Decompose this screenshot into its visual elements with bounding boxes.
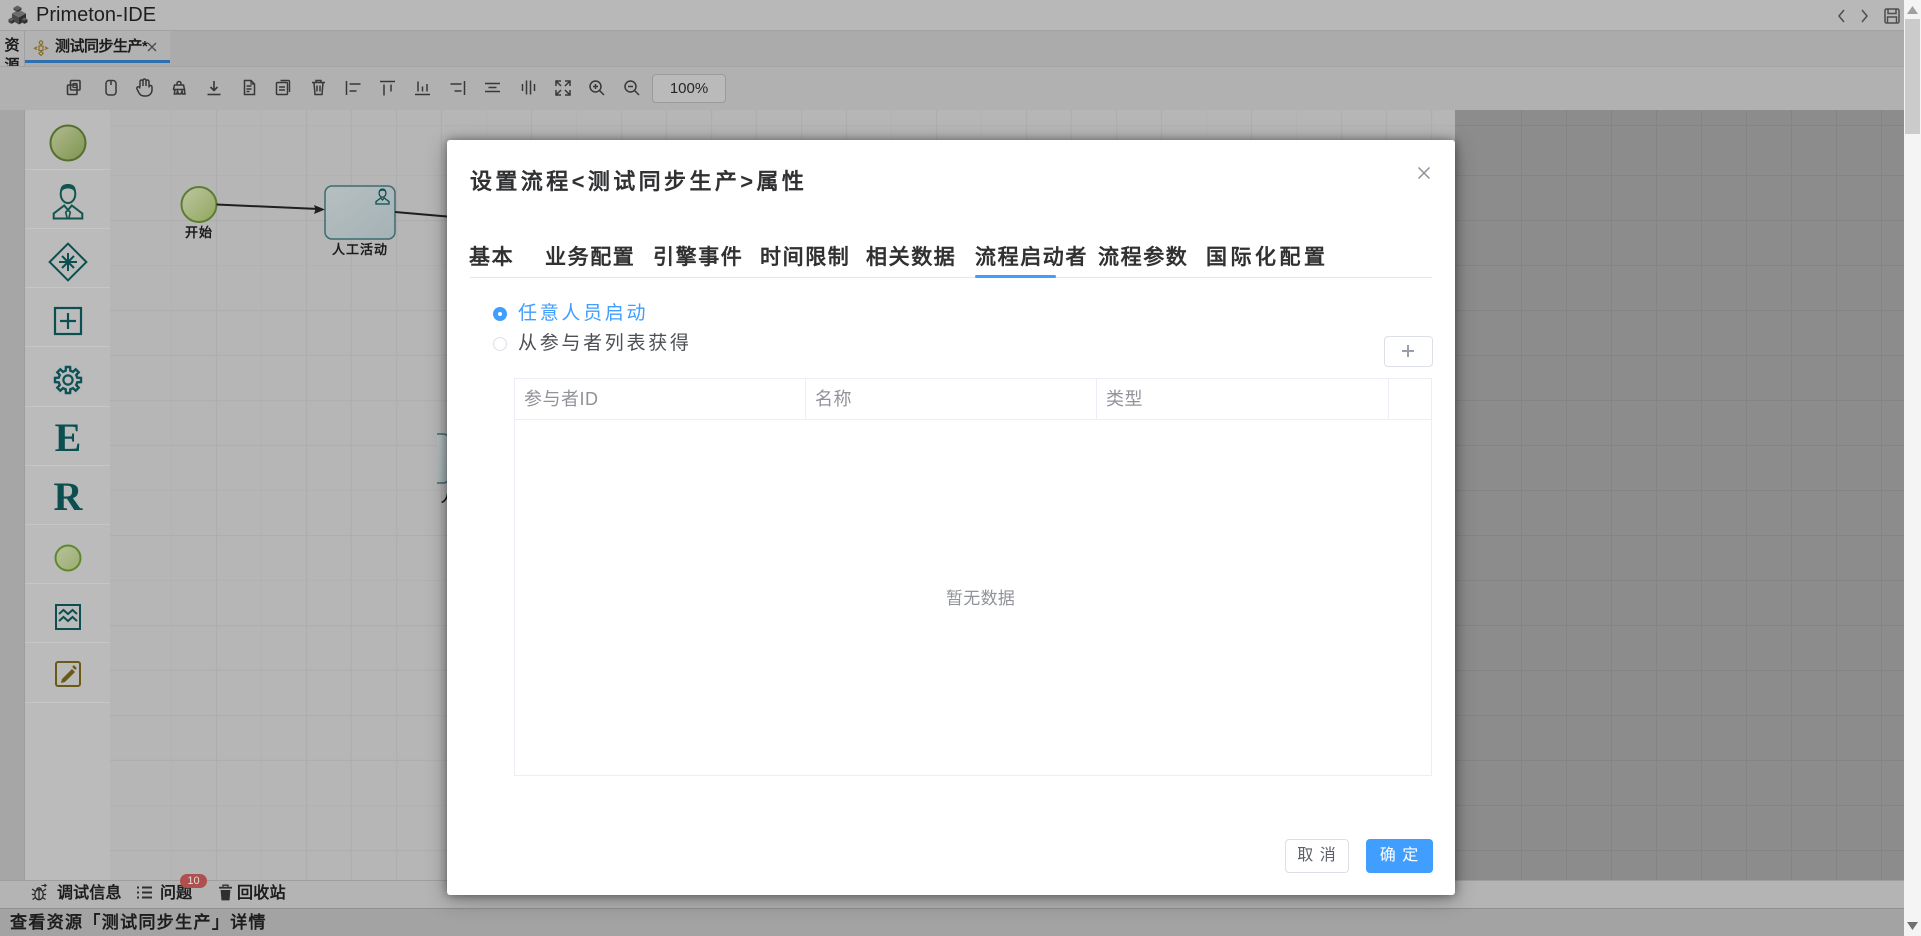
svg-text:开始: 开始 [185,225,213,240]
svg-text:R: R [54,474,84,519]
svg-text:E: E [55,415,82,460]
svg-text:人工活动: 人工活动 [332,242,388,257]
